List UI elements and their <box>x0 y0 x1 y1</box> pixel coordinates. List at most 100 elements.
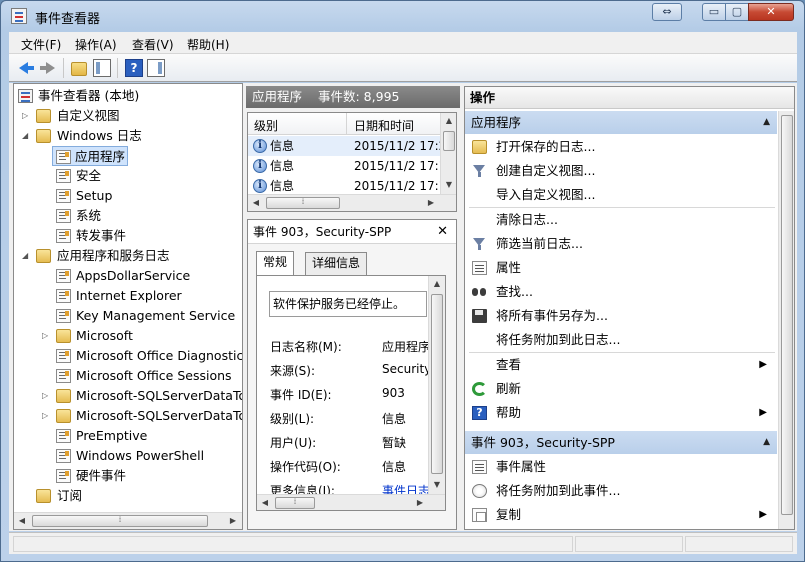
tree-horizontal-scrollbar[interactable]: ◀ ⁞ ▶ <box>14 512 242 529</box>
tree-item-root[interactable]: 事件查看器 (本地) <box>14 86 242 106</box>
forward-arrow-icon[interactable] <box>39 59 57 77</box>
action-event-properties[interactable]: 事件属性 <box>465 455 777 479</box>
action-clear-log[interactable]: 清除日志... <box>465 208 777 232</box>
tree-item-service-log[interactable]: Internet Explorer <box>14 286 242 306</box>
close-detail-icon[interactable]: ✕ <box>437 224 448 240</box>
event-list-vertical-scrollbar[interactable]: ▲ ▼ <box>440 113 456 194</box>
detail-vertical-scrollbar[interactable]: ▲ ▼ <box>428 276 445 494</box>
scroll-right-icon[interactable]: ▶ <box>423 195 439 211</box>
back-arrow-icon[interactable] <box>17 59 35 77</box>
action-find[interactable]: 查找... <box>465 280 777 304</box>
scroll-up-icon[interactable]: ▲ <box>429 276 445 292</box>
scroll-up-icon[interactable]: ▲ <box>441 113 456 129</box>
menu-view[interactable]: 查看(V) <box>132 36 174 53</box>
log-icon <box>56 469 71 483</box>
event-list-horizontal-scrollbar[interactable]: ◀ ⁞ ▶ <box>248 194 456 211</box>
tree-item-service-folder[interactable]: ▷ Microsoft-SQLServerDataTools <box>14 386 242 406</box>
column-datetime[interactable]: 日期和时间 <box>354 117 414 134</box>
collapse-section-icon[interactable]: ▲ <box>763 111 770 134</box>
tree-item-app-service-logs[interactable]: ◢ 应用程序和服务日志 <box>14 246 242 266</box>
collapse-section-icon[interactable]: ▲ <box>763 431 770 454</box>
scroll-down-icon[interactable]: ▼ <box>429 477 445 493</box>
tree-item-subscriptions[interactable]: 订阅 <box>14 486 242 506</box>
action-attach-task-to-log[interactable]: 将任务附加到此日志... <box>465 328 777 352</box>
tab-details[interactable]: 详细信息 <box>305 252 368 275</box>
detail-horizontal-scrollbar[interactable]: ◀ ⁞ ▶ <box>257 494 445 510</box>
menu-file[interactable]: 文件(F) <box>21 36 61 53</box>
scrollbar-thumb[interactable] <box>431 294 443 474</box>
tree-item-security-log[interactable]: 安全 <box>14 166 242 186</box>
tree-item-service-log[interactable]: 硬件事件 <box>14 466 242 486</box>
tree-item-custom-views[interactable]: ▷ 自定义视图 <box>14 106 242 126</box>
collapse-arrow-icon[interactable]: ◢ <box>22 126 32 146</box>
tree-item-service-log[interactable]: PreEmptive <box>14 426 242 446</box>
event-detail-title: 事件 903，Security-SPP <box>253 225 392 239</box>
action-import-custom-view[interactable]: 导入自定义视图... <box>465 183 777 207</box>
event-row[interactable]: i 信息 2015/11/2 17:1 <box>248 156 446 176</box>
action-open-saved-log[interactable]: 打开保存的日志... <box>465 135 777 159</box>
tab-general[interactable]: 常规 <box>256 251 295 275</box>
action-refresh[interactable]: 刷新 <box>465 377 777 401</box>
action-copy[interactable]: 复制 ▶ <box>465 503 777 527</box>
title-bar: 事件查看器 ⇔ ▭ ▢ ✕ <box>1 1 804 31</box>
scrollbar-thumb[interactable] <box>443 131 455 151</box>
actions-vertical-scrollbar[interactable] <box>778 111 794 529</box>
actions-section-application[interactable]: 应用程序 ▲ <box>465 111 777 134</box>
actions-section-event[interactable]: 事件 903，Security-SPP ▲ <box>465 431 777 454</box>
expand-arrow-icon[interactable]: ▷ <box>42 406 52 426</box>
prop-log-name-value: 应用程序 <box>382 340 431 354</box>
action-attach-task-to-event[interactable]: 将任务附加到此事件... <box>465 479 777 503</box>
expand-arrow-icon[interactable]: ▷ <box>42 326 52 346</box>
expand-arrow-icon[interactable]: ▷ <box>22 106 32 126</box>
menu-action[interactable]: 操作(A) <box>75 36 117 53</box>
scrollbar-thumb[interactable] <box>781 115 793 515</box>
tree-item-service-folder[interactable]: ▷ Microsoft-SQLServerDataTools <box>14 406 242 426</box>
tree-item-service-log[interactable]: Microsoft Office Sessions <box>14 366 242 386</box>
tree-item-application-log[interactable]: 应用程序 <box>52 146 128 166</box>
scrollbar-thumb[interactable]: ⁞ <box>32 515 208 527</box>
event-row[interactable]: i 信息 2015/11/2 17:1 <box>248 176 446 196</box>
action-save-all-events[interactable]: 将所有事件另存为... <box>465 304 777 328</box>
tree-item-service-log[interactable]: Microsoft Office Diagnostics <box>14 346 242 366</box>
action-filter-current-log[interactable]: 筛选当前日志... <box>465 232 777 256</box>
tree-item-system-log[interactable]: 系统 <box>14 206 242 226</box>
tree-item-service-log[interactable]: AppsDollarService <box>14 266 242 286</box>
scroll-left-icon[interactable]: ◀ <box>257 495 273 510</box>
scrollbar-thumb[interactable]: ⁞ <box>266 197 340 209</box>
tree-item-service-log[interactable]: Key Management Service <box>14 306 242 326</box>
action-properties[interactable]: 属性 <box>465 256 777 280</box>
column-divider[interactable] <box>346 113 347 135</box>
maximize-button[interactable]: ▢ <box>725 3 749 21</box>
prop-user-value: 暂缺 <box>382 436 407 450</box>
show-hide-action-pane-icon[interactable] <box>147 59 165 77</box>
up-folder-icon[interactable] <box>71 62 87 76</box>
scroll-left-icon[interactable]: ◀ <box>14 513 30 529</box>
tree-item-windows-logs[interactable]: ◢ Windows 日志 <box>14 126 242 146</box>
scroll-down-icon[interactable]: ▼ <box>441 177 456 193</box>
scrollbar-thumb[interactable]: ⁞ <box>275 497 315 509</box>
action-help[interactable]: ? 帮助 ▶ <box>465 401 777 425</box>
event-row[interactable]: i 信息 2015/11/2 17:2 <box>248 136 446 156</box>
expand-arrow-icon[interactable]: ▷ <box>42 386 52 406</box>
scroll-right-icon[interactable]: ▶ <box>225 513 241 529</box>
help-icon[interactable]: ? <box>125 59 143 77</box>
action-create-custom-view[interactable]: 创建自定义视图... <box>465 159 777 183</box>
collapse-arrow-icon[interactable]: ◢ <box>22 246 32 266</box>
minimize-button[interactable]: ▭ <box>702 3 726 21</box>
column-level[interactable]: 级别 <box>254 117 278 134</box>
close-button[interactable]: ✕ <box>748 3 794 21</box>
event-description[interactable]: 软件保护服务已经停止。 <box>269 291 427 317</box>
menu-help[interactable]: 帮助(H) <box>187 36 229 53</box>
tree-item-service-folder[interactable]: ▷ Microsoft <box>14 326 242 346</box>
status-segment <box>685 536 793 552</box>
show-hide-tree-icon[interactable] <box>93 59 111 77</box>
tree-item-setup-log[interactable]: Setup <box>14 186 242 206</box>
scroll-right-icon[interactable]: ▶ <box>412 495 428 510</box>
tree-item-service-log[interactable]: Windows PowerShell <box>14 446 242 466</box>
tree-item-forwarded-events[interactable]: 转发事件 <box>14 226 242 246</box>
action-view[interactable]: 查看 ▶ <box>465 353 777 377</box>
restore-layout-button[interactable]: ⇔ <box>652 3 682 21</box>
log-icon <box>56 209 71 223</box>
folder-icon <box>56 329 71 343</box>
scroll-left-icon[interactable]: ◀ <box>248 195 264 211</box>
